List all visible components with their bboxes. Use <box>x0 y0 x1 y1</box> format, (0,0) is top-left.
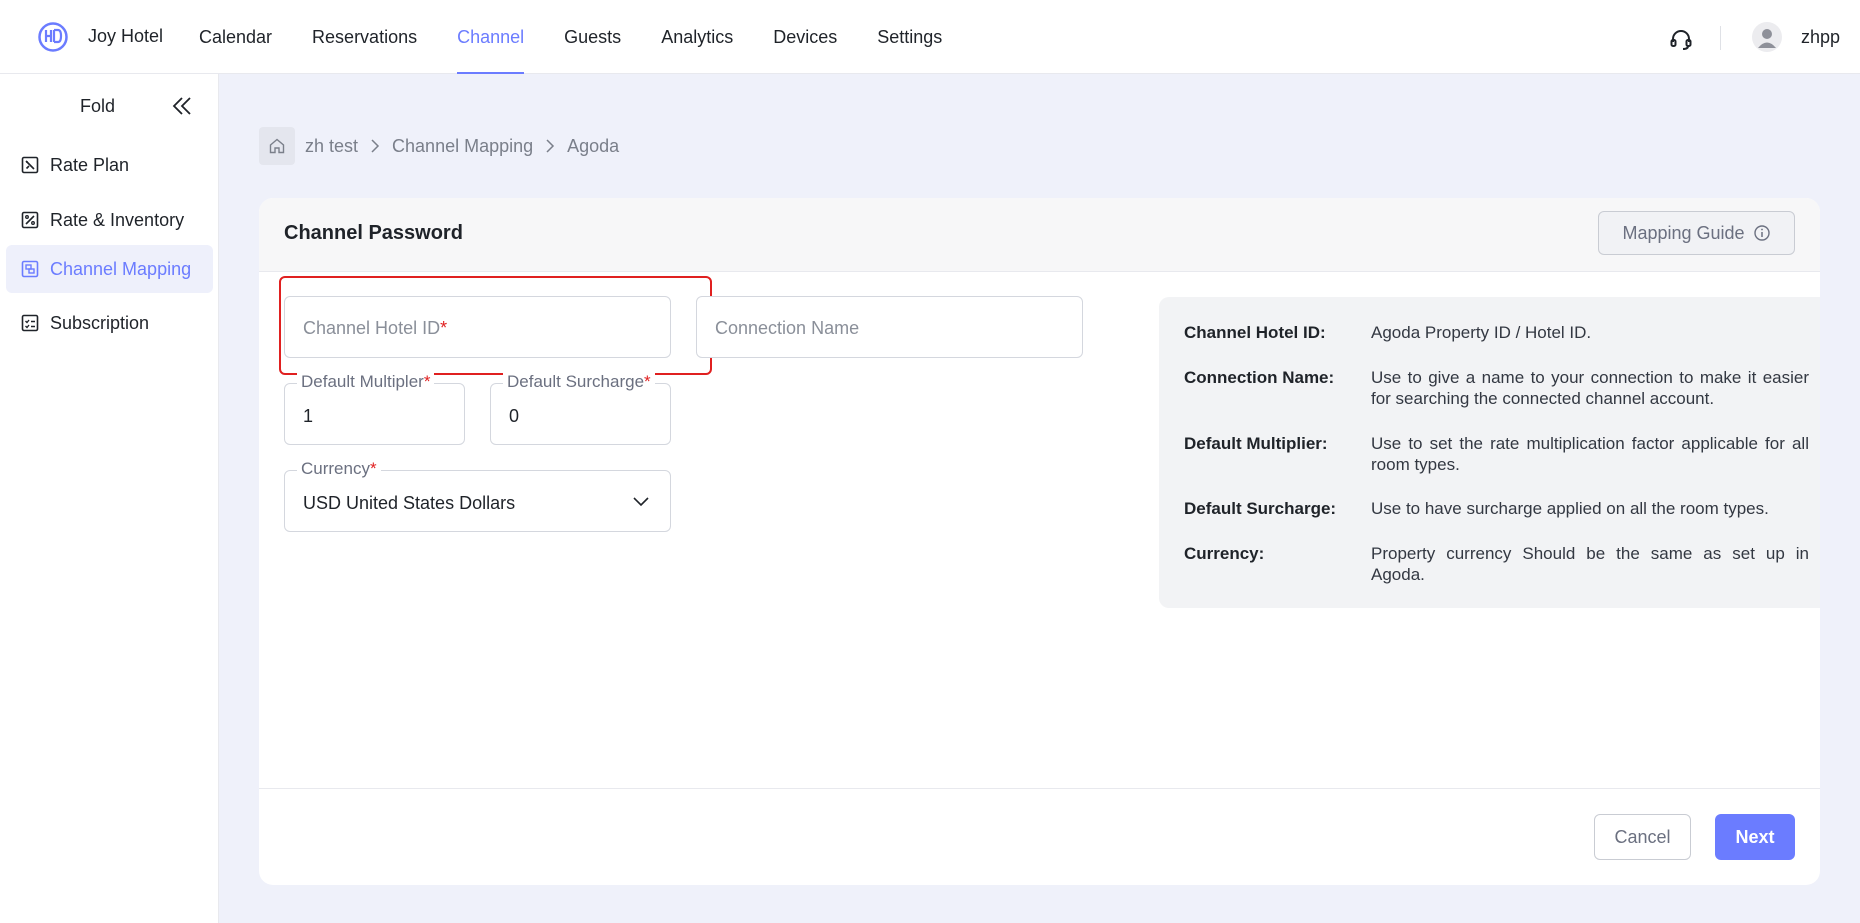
field-help-panel: Channel Hotel ID: Agoda Property ID / Ho… <box>1159 297 1820 608</box>
joy-hotel-logo-icon[interactable] <box>38 22 68 52</box>
channel-mapping-icon <box>21 260 39 278</box>
nav-calendar[interactable]: Calendar <box>199 0 272 74</box>
user-avatar-icon <box>1758 29 1776 48</box>
next-button[interactable]: Next <box>1715 814 1795 860</box>
default-surcharge-label: Default Surcharge* <box>503 372 655 392</box>
main-nav: Calendar Reservations Channel Guests Ana… <box>199 0 982 74</box>
chevron-right-icon <box>370 138 380 154</box>
currency-select[interactable]: Currency* USD United States Dollars <box>284 459 671 532</box>
card-title: Channel Password <box>284 222 463 244</box>
sidebar-item-label: Channel Mapping <box>50 258 192 279</box>
connection-name-placeholder: Connection Name <box>715 318 860 338</box>
double-chevron-left-icon[interactable] <box>170 94 194 118</box>
sidebar-item-label: Rate & Inventory <box>50 209 185 230</box>
sidebar-item-channel-mapping[interactable]: Channel Mapping <box>6 245 213 293</box>
sidebar-item-label: Subscription <box>50 312 150 333</box>
header-divider <box>1720 26 1721 50</box>
default-multiplier-value: 1 <box>303 406 314 426</box>
rate-inventory-icon <box>21 211 39 229</box>
footer-divider <box>259 788 1820 789</box>
mapping-guide-button[interactable]: Mapping Guide <box>1598 211 1795 255</box>
fold-label[interactable]: Fold <box>80 96 115 117</box>
default-surcharge-input[interactable]: Default Surcharge* 0 <box>490 372 671 445</box>
sidebar-item-label: Rate Plan <box>50 154 130 175</box>
breadcrumb-home[interactable] <box>259 127 295 165</box>
nav-reservations[interactable]: Reservations <box>312 0 417 74</box>
main-content: zh test Channel Mapping Agoda Channel Pa… <box>219 74 1860 923</box>
card-header: Channel Password Mapping Guide <box>259 198 1820 272</box>
channel-hotel-id-input[interactable]: Channel Hotel ID* <box>284 296 671 358</box>
currency-value: USD United States Dollars <box>303 493 516 513</box>
cancel-button[interactable]: Cancel <box>1594 814 1691 860</box>
channel-hotel-id-placeholder: Channel Hotel ID* <box>303 318 448 338</box>
mapping-guide-label: Mapping Guide <box>1622 222 1745 243</box>
top-navigation-bar: Joy Hotel Calendar Reservations Channel … <box>0 0 1860 74</box>
breadcrumb-item-channel-mapping[interactable]: Channel Mapping <box>392 136 533 157</box>
currency-label: Currency* <box>297 459 381 479</box>
home-icon <box>269 138 285 154</box>
brand-name[interactable]: Joy Hotel <box>88 26 163 47</box>
username[interactable]: zhpp <box>1801 27 1840 48</box>
breadcrumb: zh test Channel Mapping Agoda <box>259 126 619 166</box>
headset-support-icon[interactable] <box>1668 27 1694 53</box>
default-multiplier-input[interactable]: Default Multipler* 1 <box>284 372 465 445</box>
sidebar-item-rate-plan[interactable]: Rate Plan <box>6 141 213 189</box>
avatar[interactable] <box>1752 22 1782 52</box>
default-multiplier-label: Default Multipler* <box>297 372 435 392</box>
nav-devices[interactable]: Devices <box>773 0 837 74</box>
connection-name-input[interactable]: Connection Name <box>696 296 1083 358</box>
sidebar-item-subscription[interactable]: Subscription <box>6 299 213 347</box>
nav-channel[interactable]: Channel <box>457 0 525 74</box>
info-icon <box>1753 225 1770 241</box>
subscription-icon <box>21 314 39 332</box>
nav-settings[interactable]: Settings <box>877 0 942 74</box>
chevron-down-icon <box>633 497 649 507</box>
nav-analytics[interactable]: Analytics <box>661 0 733 74</box>
breadcrumb-item-agoda: Agoda <box>567 135 620 156</box>
sidebar: Fold Rate Plan Rate & Inventory Channel … <box>0 74 219 923</box>
channel-password-card: Channel Password Mapping Guide Channel H… <box>259 198 1820 885</box>
default-surcharge-value: 0 <box>509 406 520 426</box>
chevron-right-icon <box>545 138 555 154</box>
sidebar-item-rate-inventory[interactable]: Rate & Inventory <box>6 196 213 244</box>
breadcrumb-item-property[interactable]: zh test <box>305 136 358 157</box>
nav-guests[interactable]: Guests <box>564 0 621 74</box>
rate-plan-icon <box>21 156 39 174</box>
